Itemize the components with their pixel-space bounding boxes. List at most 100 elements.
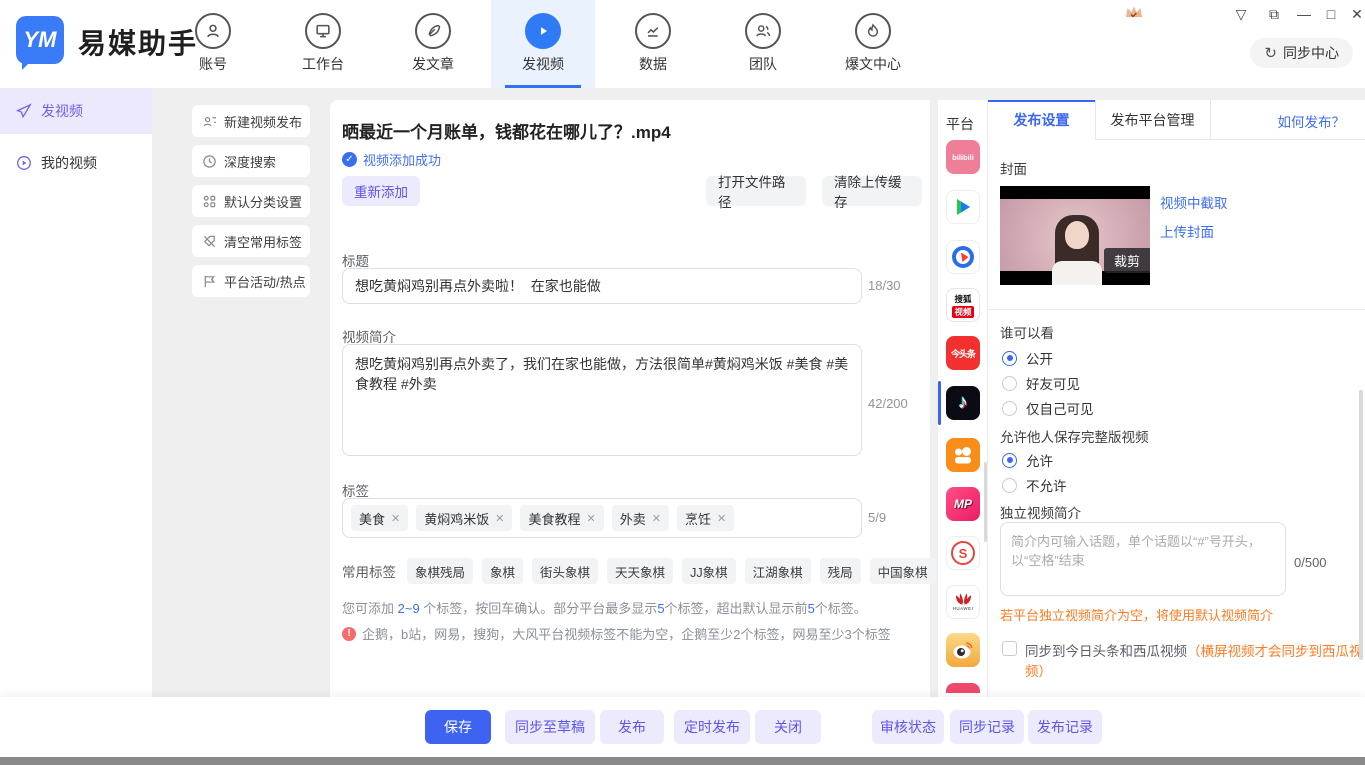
common-tag[interactable]: 象棋: [482, 558, 523, 584]
remove-tag-icon[interactable]: ✕: [652, 512, 661, 525]
category-grid-icon: [202, 194, 217, 209]
upload-cover-link[interactable]: 上传封面: [1160, 221, 1214, 241]
common-tag[interactable]: 残局: [820, 558, 861, 584]
allow-option-yes[interactable]: 允许: [1002, 450, 1053, 470]
platform-sohu-hao-icon[interactable]: S: [946, 536, 980, 570]
crop-badge[interactable]: 裁剪: [1104, 248, 1150, 273]
sidebar-item-label: 我的视频: [41, 153, 97, 173]
platform-partial-icon[interactable]: [946, 683, 980, 693]
sync-center-button[interactable]: ↻ 同步中心: [1250, 38, 1353, 68]
allow-option-no[interactable]: 不允许: [1002, 475, 1067, 495]
publish-log-button[interactable]: 发布记录: [1028, 710, 1102, 744]
nav-data[interactable]: 数据: [601, 0, 705, 88]
clear-common-tags-button[interactable]: 清空常用标签: [192, 225, 310, 257]
default-category-button[interactable]: 默认分类设置: [192, 185, 310, 217]
tab-publish-settings[interactable]: 发布设置: [988, 100, 1095, 140]
vip-crown-icon: [1125, 4, 1143, 20]
tag-pill[interactable]: 美食教程✕: [520, 505, 603, 531]
close-editor-button[interactable]: 关闭: [755, 710, 821, 744]
nav-label: 工作台: [271, 54, 375, 74]
visibility-option-private[interactable]: 仅自己可见: [1002, 398, 1094, 418]
common-tag[interactable]: 象棋残局: [407, 558, 473, 584]
maximize-button[interactable]: □: [1320, 4, 1342, 24]
sidebar-item-post-video[interactable]: 发视频: [0, 88, 152, 134]
radio-icon: [1002, 478, 1017, 493]
remove-tag-icon[interactable]: ✕: [717, 512, 726, 525]
flag-icon: [202, 274, 217, 289]
tag-pill[interactable]: 外卖✕: [612, 505, 669, 531]
readd-video-button[interactable]: 重新添加: [342, 176, 420, 206]
platform-bilibili-icon[interactable]: bilibili: [946, 140, 980, 174]
sidebar-item-my-videos[interactable]: 我的视频: [0, 140, 152, 186]
platform-sohu-video-icon[interactable]: 搜狐 视频: [946, 288, 980, 322]
cover-figure-top: [1052, 261, 1102, 285]
feedback-icon[interactable]: ⧉: [1263, 4, 1285, 24]
close-button[interactable]: ✕: [1346, 4, 1365, 24]
common-tag[interactable]: 街头象棋: [532, 558, 598, 584]
platform-tencent-video-icon[interactable]: [946, 190, 980, 224]
tag-pill[interactable]: 黄焖鸡米饭✕: [416, 505, 512, 531]
sohu-video-logo-bottom: 视频: [952, 306, 973, 318]
cover-thumbnail[interactable]: 裁剪: [1000, 186, 1150, 285]
publish-button[interactable]: 发布: [600, 710, 664, 744]
tool-button-label: 清空常用标签: [224, 232, 302, 251]
common-tag[interactable]: JJ象棋: [682, 558, 736, 584]
tab-platform-manage[interactable]: 发布平台管理: [1095, 100, 1210, 140]
tag-text: 美食: [359, 509, 385, 528]
sync-to-draft-button[interactable]: 同步至草稿: [505, 710, 595, 744]
common-tag[interactable]: 江湖象棋: [745, 558, 811, 584]
panel-scrollbar-thumb[interactable]: [1359, 390, 1363, 660]
deep-search-button[interactable]: 深度搜索: [192, 145, 310, 177]
platform-huawei-icon[interactable]: HUAWEI: [946, 585, 980, 619]
tag-pill[interactable]: 美食 ✕: [351, 505, 408, 531]
platform-meipai-icon[interactable]: MP: [946, 487, 980, 521]
bilibili-logo-text: bilibili: [952, 153, 974, 162]
nav-workbench[interactable]: 工作台: [271, 0, 375, 88]
how-to-publish-link[interactable]: 如何发布？: [1278, 111, 1346, 131]
open-file-path-button[interactable]: 打开文件路径: [706, 176, 806, 206]
audit-status-button[interactable]: 审核状态: [872, 710, 944, 744]
nav-team[interactable]: 团队: [711, 0, 815, 88]
douyin-note-glyph: ♪: [958, 392, 968, 414]
nav-hot-center[interactable]: 爆文中心: [821, 0, 925, 88]
common-tag[interactable]: 天天象棋: [607, 558, 673, 584]
desc-counter: 42/200: [868, 396, 908, 411]
schedule-publish-button[interactable]: 定时发布: [674, 710, 750, 744]
independent-desc-textarea[interactable]: [1000, 522, 1286, 596]
title-input[interactable]: [342, 268, 862, 304]
remove-tag-icon[interactable]: ✕: [495, 512, 504, 525]
sync-center-label: 同步中心: [1283, 43, 1339, 63]
publish-panel-block: 平台 bilibili 搜狐 视频 今头条: [938, 100, 1365, 697]
platform-kuaishou-icon[interactable]: [946, 438, 980, 472]
checkbox-icon[interactable]: [1002, 641, 1017, 656]
sync-log-button[interactable]: 同步记录: [950, 710, 1024, 744]
rail-scrollbar-thumb[interactable]: [984, 462, 987, 542]
platform-weibo-icon[interactable]: [946, 633, 980, 667]
nav-account[interactable]: 账号: [161, 0, 265, 88]
minimize-button[interactable]: —: [1293, 4, 1315, 24]
dropdown-menu-icon[interactable]: ▽: [1230, 4, 1252, 24]
capture-from-video-link[interactable]: 视频中截取: [1160, 192, 1228, 212]
sync-toutiao-checkbox-row[interactable]: 同步到今日头条和西瓜视频（横屏视频才会同步到西瓜视频）: [1002, 640, 1365, 680]
platform-activity-button[interactable]: 平台活动/热点: [192, 265, 310, 297]
platform-douyin-icon[interactable]: ♪: [946, 386, 980, 420]
remove-tag-icon[interactable]: ✕: [586, 512, 595, 525]
nav-post-video[interactable]: 发视频: [491, 0, 595, 88]
platform-toutiao-icon[interactable]: 今头条: [946, 336, 980, 370]
sohu-hao-logo-text: S: [951, 541, 975, 565]
remove-tag-icon[interactable]: ✕: [391, 512, 400, 525]
visibility-option-public[interactable]: 公开: [1002, 348, 1053, 368]
nav-post-article[interactable]: 发文章: [381, 0, 485, 88]
new-video-publish-button[interactable]: 新建视频发布: [192, 105, 310, 137]
save-button[interactable]: 保存: [425, 710, 491, 744]
tags-input-box[interactable]: 美食 ✕ 黄焖鸡米饭✕ 美食教程✕ 外卖✕ 烹饪✕: [342, 498, 862, 538]
window-bottom-edge: [0, 757, 1365, 765]
tag-pill[interactable]: 烹饪✕: [677, 505, 734, 531]
top-header: YM 易媒助手 账号 工作台 发文章 发视频: [0, 0, 1365, 88]
visibility-option-friends[interactable]: 好友可见: [1002, 373, 1080, 393]
platform-haokan-video-icon[interactable]: [946, 240, 980, 274]
desc-textarea[interactable]: 想吃黄焖鸡别再点外卖了，我们在家也能做，方法很简单#黄焖鸡米饭 #美食 #美食教…: [342, 344, 862, 456]
common-tag[interactable]: 中国象棋: [870, 558, 936, 584]
clear-upload-cache-button[interactable]: 清除上传缓存: [822, 176, 922, 206]
desc-field-label: 视频简介: [342, 326, 396, 346]
